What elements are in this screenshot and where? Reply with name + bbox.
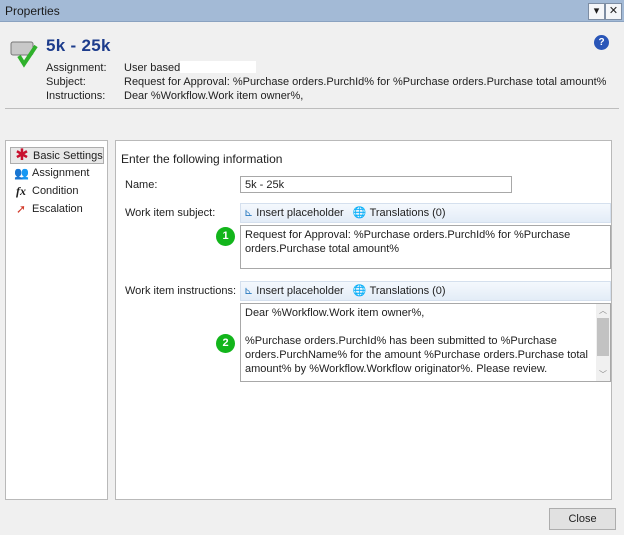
divider	[5, 108, 619, 109]
nav-item-assignment[interactable]: 👥 Assignment	[10, 165, 104, 182]
insert-placeholder-icon: ⊾	[244, 285, 254, 298]
subject-value: Request for Approval: %Purchase orders.P…	[124, 76, 607, 88]
text-line: Request for Approval: %Purchase orders.P…	[245, 229, 571, 241]
asterisk-icon: ✱	[15, 147, 29, 164]
subject-toolbar: ⊾ Insert placeholder 🌐 Translations (0)	[240, 203, 611, 223]
text-line: Dear %Workflow.Work item owner%,	[245, 307, 425, 319]
text-line: %Purchase orders.PurchId% has been submi…	[245, 335, 557, 347]
settings-nav: ✱ Basic Settings 👥 Assignment fx Condition …	[5, 140, 108, 500]
insert-placeholder-label: Insert placeholder	[256, 207, 344, 220]
translations-button[interactable]: 🌐 Translations (0)	[353, 204, 446, 222]
scroll-down-icon[interactable]: ﹀	[596, 368, 610, 381]
nav-label: Basic Settings	[33, 150, 103, 162]
subject-label: Subject:	[46, 76, 86, 88]
scroll-up-icon[interactable]: ︿	[596, 304, 610, 317]
globe-icon: 🌐	[352, 285, 367, 298]
nav-item-condition[interactable]: fx Condition	[10, 183, 104, 200]
callout-badge-1: 1	[216, 227, 235, 246]
nav-item-escalation[interactable]: ➚ Escalation	[10, 201, 104, 218]
nav-label: Escalation	[32, 203, 83, 215]
subject-textarea[interactable]: Request for Approval: %Purchase orders.P…	[240, 225, 611, 269]
scrollbar-thumb[interactable]	[597, 318, 609, 356]
text-line: amount% by %Workflow.Workflow originator…	[245, 363, 548, 375]
window-title: Properties	[5, 4, 60, 18]
translations-label: Translations (0)	[369, 207, 446, 220]
users-icon: 👥	[14, 166, 29, 180]
dropdown-button[interactable]: ▾	[588, 3, 605, 20]
insert-placeholder-button[interactable]: ⊾ Insert placeholder	[244, 204, 344, 222]
approval-check-icon	[10, 38, 38, 68]
translations-label: Translations (0)	[369, 285, 446, 298]
instructions-toolbar: ⊾ Insert placeholder 🌐 Translations (0)	[240, 281, 611, 301]
close-button[interactable]: Close	[549, 508, 616, 530]
nav-label: Assignment	[32, 167, 90, 179]
header-title: 5k - 25k	[46, 36, 111, 55]
insert-placeholder-button[interactable]: ⊾ Insert placeholder	[244, 282, 344, 300]
instructions-field-label: Work item instructions:	[125, 285, 237, 297]
name-label: Name:	[125, 179, 158, 191]
nav-label: Condition	[32, 185, 79, 197]
insert-placeholder-icon: ⊾	[244, 207, 254, 220]
name-input[interactable]: 5k - 25k	[240, 176, 512, 193]
translations-button[interactable]: 🌐 Translations (0)	[353, 282, 446, 300]
form-heading: Enter the following information	[121, 152, 283, 166]
text-line: orders.PurchName% for the amount %Purcha…	[245, 349, 588, 361]
instructions-label: Instructions:	[46, 90, 106, 102]
text-line: orders.Purchase total amount%	[245, 243, 400, 255]
instructions-textarea[interactable]: Dear %Workflow.Work item owner%, %Purcha…	[240, 303, 611, 382]
assignment-value: User based:	[124, 62, 184, 74]
help-icon[interactable]: ?	[594, 35, 609, 50]
assignment-label: Assignment:	[46, 62, 107, 74]
close-window-button[interactable]: ✕	[605, 3, 622, 20]
title-bar	[0, 0, 624, 22]
subject-field-label: Work item subject:	[125, 207, 216, 219]
scrollbar[interactable]: ︿ ﹀	[596, 304, 610, 381]
globe-icon: 🌐	[352, 207, 367, 220]
nav-item-basic-settings[interactable]: ✱ Basic Settings	[10, 147, 104, 164]
insert-placeholder-label: Insert placeholder	[256, 285, 344, 298]
fx-icon: fx	[16, 184, 26, 198]
escalation-icon: ➚	[15, 202, 27, 216]
redacted-user	[180, 61, 256, 73]
callout-badge-2: 2	[216, 334, 235, 353]
instructions-value: Dear %Workflow.Work item owner%,	[124, 90, 304, 102]
